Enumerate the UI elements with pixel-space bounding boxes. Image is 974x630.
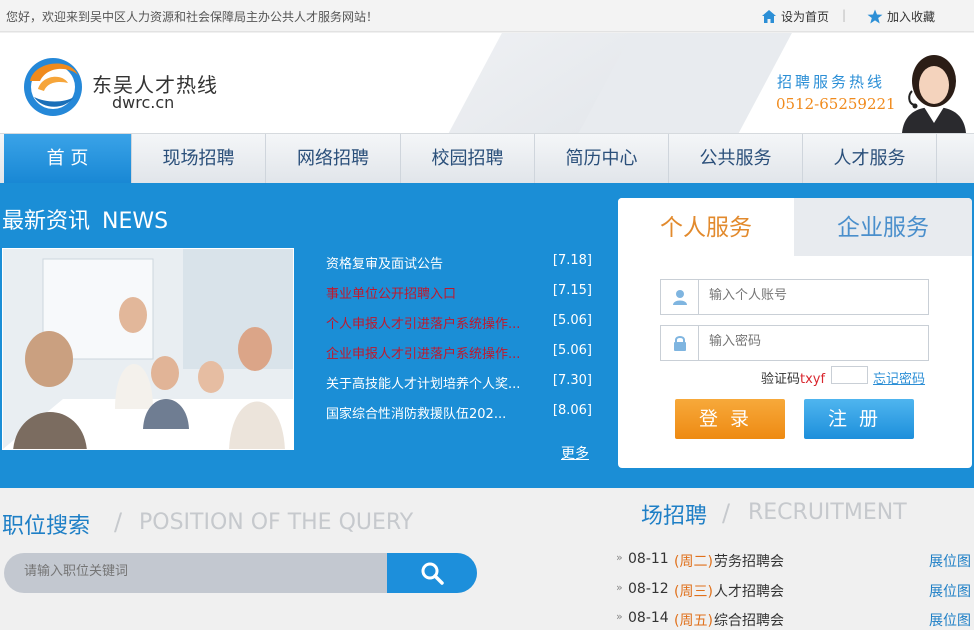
news-item[interactable]: 事业单位公开招聘入口 [7.15] — [326, 283, 594, 303]
nav-item-online-recruitment[interactable]: 网络招聘 — [266, 134, 401, 184]
news-item-date: [5.06] — [552, 313, 592, 328]
recruitment-weekday: (周三) — [674, 584, 713, 600]
welcome-text: 您好，欢迎来到吴中区人力资源和社会保障局主办公共人才服务网站！ — [6, 10, 379, 24]
booth-map-link[interactable]: 展位图 — [929, 551, 971, 571]
news-item[interactable]: 国家综合性消防救援队伍202... [8.06] — [326, 403, 594, 423]
position-search-input[interactable] — [24, 564, 364, 579]
news-item-date: [5.06] — [552, 343, 592, 358]
news-item-title: 资格复审及面试公告 — [326, 257, 444, 272]
news-item-date: [7.30] — [552, 373, 592, 388]
news-item-title: 企业申报人才引进落户系统操作... — [326, 347, 521, 362]
news-item-title: 事业单位公开招聘入口 — [326, 287, 457, 302]
office-meeting-image — [3, 249, 293, 449]
recruitment-item[interactable]: » 08-14 (周五) 综合招聘会 展位图 — [616, 610, 974, 630]
recruitment-title-en: RECRUITMENT — [748, 500, 907, 525]
recruitment-item[interactable]: » 08-12 (周三) 人才招聘会 展位图 — [616, 581, 974, 601]
main-nav: 首 页 现场招聘 网络招聘 校园招聘 简历中心 公共服务 人才服务 — [0, 133, 974, 184]
set-home-link[interactable]: 设为首页 — [761, 8, 829, 25]
nav-item-talent-service[interactable]: 人才服务 — [803, 134, 937, 184]
logo-icon[interactable] — [20, 51, 86, 117]
booth-map-link[interactable]: 展位图 — [929, 610, 971, 630]
login-panel: 个人服务 企业服务 验证码txyf 忘记密码 登录 注册 — [618, 198, 972, 468]
recruitment-date: 08-12 — [628, 581, 669, 597]
nav-item-public-service[interactable]: 公共服务 — [669, 134, 803, 184]
hotline-label: 招聘服务热线 — [777, 73, 886, 91]
home-icon — [762, 10, 776, 23]
recruitment-name: 劳务招聘会 — [714, 554, 784, 570]
tab-enterprise-service[interactable]: 企业服务 — [794, 198, 972, 256]
hotline-number: 0512-65259221 — [776, 95, 896, 113]
title-divider: / — [722, 499, 731, 527]
topbar-separator: | — [842, 8, 847, 22]
site-header: 东吴人才热线 dwrc.cn 招聘服务热线 0512-65259221 — [0, 33, 974, 133]
captcha-row: 验证码txyf 忘记密码 — [761, 366, 925, 387]
news-title-en: NEWS — [102, 209, 169, 234]
bullet-icon: » — [616, 581, 623, 594]
customer-service-agent-image — [902, 55, 966, 133]
news-item[interactable]: 个人申报人才引进落户系统操作... [5.06] — [326, 313, 594, 333]
captcha-code[interactable]: txyf — [800, 372, 825, 387]
news-item[interactable]: 关于高技能人才计划培养个人奖... [7.30] — [326, 373, 594, 393]
tab-personal-service[interactable]: 个人服务 — [618, 198, 794, 256]
bullet-icon: » — [616, 551, 623, 564]
nav-item-home[interactable]: 首 页 — [4, 134, 132, 184]
search-icon — [421, 562, 444, 585]
position-search-title: 职位搜索 — [2, 514, 91, 539]
news-item-title: 关于高技能人才计划培养个人奖... — [326, 377, 521, 392]
news-item-date: [7.18] — [552, 253, 592, 268]
news-item[interactable]: 企业申报人才引进落户系统操作... [5.06] — [326, 343, 594, 363]
captcha-input[interactable] — [831, 366, 868, 384]
password-input[interactable] — [709, 334, 909, 349]
news-title-cn: 最新资讯 — [2, 209, 91, 234]
news-item-title: 个人申报人才引进落户系统操作... — [326, 317, 521, 332]
recruitment-weekday: (周五) — [674, 613, 713, 629]
add-favorite-label: 加入收藏 — [887, 10, 936, 24]
recruitment-weekday: (周二) — [674, 554, 713, 570]
booth-map-link[interactable]: 展位图 — [929, 581, 971, 601]
news-photo[interactable] — [2, 248, 294, 450]
news-item-title: 国家综合性消防救援队伍202... — [326, 407, 507, 422]
captcha-label: 验证码 — [761, 372, 801, 387]
user-icon — [661, 280, 699, 314]
recruitment-name: 综合招聘会 — [714, 613, 784, 629]
bullet-icon: » — [616, 610, 623, 623]
news-item-date: [8.06] — [552, 403, 592, 418]
recruitment-date: 08-14 — [628, 610, 669, 626]
logo-domain: dwrc.cn — [112, 93, 175, 112]
top-bar: 您好，欢迎来到吴中区人力资源和社会保障局主办公共人才服务网站！ 设为首页 | 加… — [0, 0, 974, 32]
recruitment-title: 场招聘 — [641, 504, 708, 529]
nav-item-onsite-recruitment[interactable]: 现场招聘 — [132, 134, 266, 184]
recruitment-name: 人才招聘会 — [714, 584, 784, 600]
nav-item-campus-recruitment[interactable]: 校园招聘 — [401, 134, 535, 184]
set-home-label: 设为首页 — [781, 10, 830, 24]
forgot-password-link[interactable]: 忘记密码 — [873, 368, 925, 387]
position-search-title-en: POSITION OF THE QUERY — [139, 510, 414, 535]
account-input[interactable] — [709, 288, 909, 303]
news-more-link[interactable]: 更多 — [561, 443, 589, 463]
position-search-bar — [4, 553, 477, 593]
recruitment-date: 08-11 — [628, 551, 669, 567]
password-field — [660, 325, 929, 361]
lock-icon — [661, 326, 699, 360]
add-favorite-link[interactable]: 加入收藏 — [867, 8, 935, 25]
news-item[interactable]: 资格复审及面试公告 [7.18] — [326, 253, 594, 273]
news-heading: 最新资讯 NEWS — [2, 203, 168, 235]
title-divider: / — [114, 508, 123, 536]
star-icon — [867, 9, 883, 24]
search-button[interactable] — [387, 553, 477, 593]
recruitment-item[interactable]: » 08-11 (周二) 劳务招聘会 展位图 — [616, 551, 974, 571]
nav-item-resume-center[interactable]: 简历中心 — [535, 134, 669, 184]
account-field — [660, 279, 929, 315]
register-button[interactable]: 注册 — [804, 399, 914, 439]
news-item-date: [7.15] — [552, 283, 592, 298]
login-button[interactable]: 登录 — [675, 399, 785, 439]
